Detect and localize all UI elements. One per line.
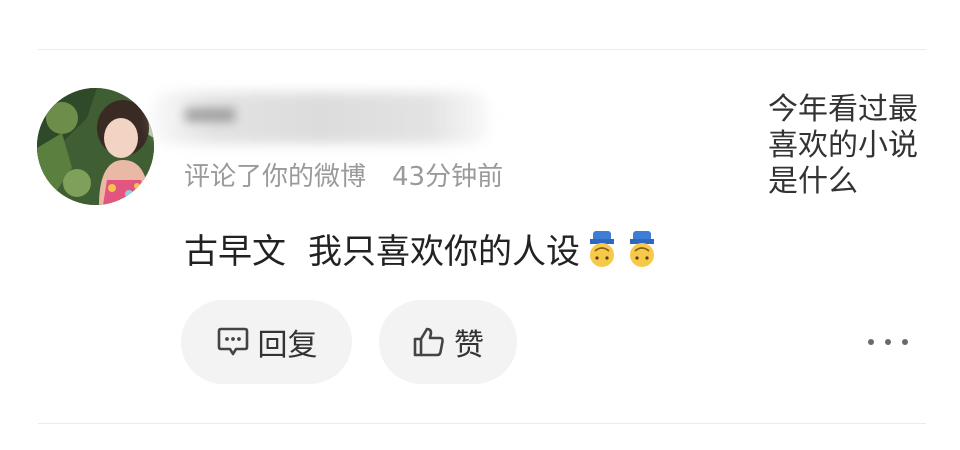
comment-text-part-1: 古早文 bbox=[184, 232, 286, 272]
post-preview-line-2: 喜欢的小说 bbox=[768, 128, 918, 163]
thumbs-up-icon bbox=[412, 326, 446, 358]
reply-label: 回复 bbox=[257, 328, 318, 363]
bottom-divider bbox=[38, 423, 926, 424]
upside-down-face-emoji-icon bbox=[624, 230, 660, 268]
upside-down-face-emoji-icon bbox=[584, 230, 620, 268]
username-redacted-mark bbox=[185, 108, 235, 122]
like-button[interactable]: 赞 bbox=[379, 300, 517, 384]
comment-meta: 评论了你的微博 43分钟前 bbox=[184, 156, 503, 193]
comment-bubble-icon bbox=[216, 326, 250, 358]
post-preview-line-3: 是什么 bbox=[768, 164, 858, 199]
top-divider bbox=[38, 49, 926, 50]
original-post-preview[interactable]: 今年看过最 喜欢的小说 是什么 bbox=[768, 92, 938, 200]
comment-text-part-2: 我只喜欢你的人设 bbox=[308, 232, 580, 272]
comment-text: 古早文 我只喜欢你的人设 bbox=[184, 224, 660, 273]
like-label: 赞 bbox=[454, 328, 484, 363]
post-preview-line-1: 今年看过最 bbox=[768, 92, 918, 127]
reply-button[interactable]: 回复 bbox=[181, 300, 352, 384]
more-options-icon[interactable] bbox=[868, 330, 908, 354]
timestamp: 43分钟前 bbox=[392, 162, 504, 192]
action-text: 评论了你的微博 bbox=[184, 162, 367, 192]
avatar[interactable] bbox=[37, 88, 154, 205]
